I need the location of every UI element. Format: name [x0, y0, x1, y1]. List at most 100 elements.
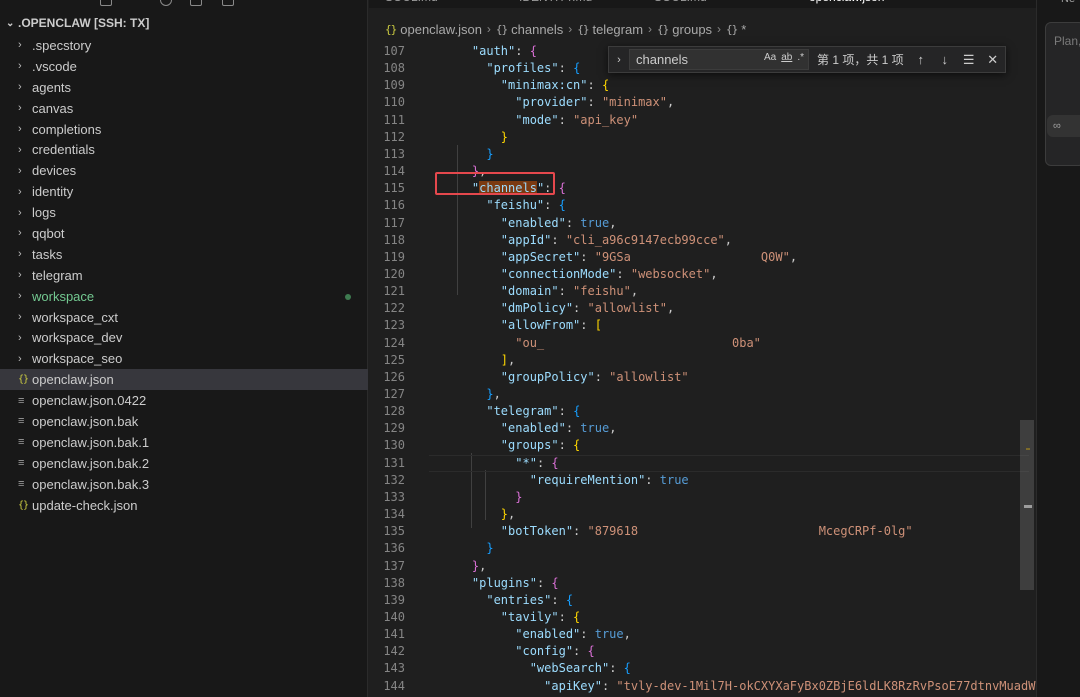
line-number: 131: [383, 455, 405, 470]
tree-item-openclaw-json-bak-3[interactable]: ≡ openclaw.json.bak.3: [0, 474, 368, 495]
arrow-up-icon[interactable]: ↑: [914, 52, 928, 67]
token: :: [558, 112, 574, 127]
token: ,: [609, 215, 617, 230]
tree-item-openclaw-json-0422[interactable]: ≡ openclaw.json.0422: [0, 390, 368, 411]
collapse-icon[interactable]: [190, 0, 202, 6]
token: :: [580, 627, 595, 642]
line-number: 140: [383, 609, 405, 624]
token: :: [515, 44, 530, 58]
chat-input[interactable]: Plan,: [1045, 22, 1080, 166]
token: ,: [710, 266, 718, 281]
token: {: [573, 404, 581, 419]
line-number: 120: [383, 266, 405, 281]
tree-item-specstory[interactable]: › .specstory: [0, 35, 368, 56]
tree-item-label: .vscode: [32, 58, 77, 74]
line-text: "ou_ 0ba": [443, 335, 761, 352]
tree-item-identity[interactable]: › identity: [0, 181, 368, 202]
tab-soul[interactable]: SOUL.md: [385, 0, 438, 8]
explorer-header[interactable]: ⌄ .OPENCLAW [SSH: TX]: [0, 12, 368, 34]
tree-item-vscode[interactable]: › .vscode: [0, 56, 368, 77]
token: :: [558, 438, 574, 453]
find-input[interactable]: channels Aa ab .*: [629, 49, 809, 70]
tree-item-logs[interactable]: › logs: [0, 202, 368, 223]
line-text: "config": {: [443, 643, 595, 660]
infinity-icon[interactable]: ∞: [1047, 115, 1080, 137]
token: "botToken": [500, 524, 574, 539]
tree-item-qqbot[interactable]: › qqbot: [0, 223, 368, 244]
token: "entries": [486, 592, 552, 607]
regex-icon[interactable]: .*: [797, 52, 804, 63]
tree-item-tasks[interactable]: › tasks: [0, 244, 368, 265]
arrow-down-icon[interactable]: ↓: [938, 52, 952, 67]
tree-item-openclaw-json-bak[interactable]: ≡ openclaw.json.bak: [0, 411, 368, 432]
token: {: [558, 181, 566, 196]
token: "api_key": [573, 112, 639, 127]
explorer-title: .OPENCLAW [SSH: TX]: [18, 16, 150, 30]
tree-item-agents[interactable]: › agents: [0, 77, 368, 98]
tree-item-label: workspace_dev: [32, 330, 123, 346]
token: "config": [515, 644, 574, 659]
breadcrumb-telegram[interactable]: telegram: [592, 22, 643, 37]
tree-item-canvas[interactable]: › canvas: [0, 98, 368, 119]
token: :: [551, 232, 566, 247]
token: "profiles": [486, 61, 559, 76]
token: true: [594, 627, 624, 642]
tab-openclaw-json[interactable]: openclaw.json: [809, 0, 884, 8]
token: :: [536, 455, 552, 470]
code-line: 112 }: [369, 129, 1036, 146]
line-text: "enabled": true,: [443, 420, 617, 437]
token: "webSearch": [529, 661, 610, 676]
tree-item-openclaw-json-bak-2[interactable]: ≡ openclaw.json.bak.2: [0, 453, 368, 474]
tree-item-openclaw-json[interactable]: {} openclaw.json: [0, 369, 368, 391]
chevron-right-icon: ›: [18, 331, 22, 344]
token: "feishu": [486, 198, 545, 213]
token: "9GSa: [594, 249, 631, 264]
line-number: 111: [383, 112, 405, 127]
line-text: "botToken": "879618 McegCRPf-0lg": [443, 523, 913, 540]
code-line: 136 }: [369, 540, 1036, 557]
tree-item-update-check-json[interactable]: {} update-check.json: [0, 495, 368, 516]
new-file-icon[interactable]: [100, 0, 112, 6]
tree-item-credentials[interactable]: › credentials: [0, 139, 368, 160]
tab-soul-2[interactable]: SOUL.md: [654, 0, 707, 8]
refresh-icon[interactable]: [160, 0, 172, 6]
token: {: [551, 575, 559, 590]
line-number: 107: [383, 44, 405, 58]
code-line: 120 "connectionMode": "websocket",: [369, 266, 1036, 283]
match-word-icon[interactable]: ab: [781, 52, 792, 63]
tree-item-devices[interactable]: › devices: [0, 160, 368, 181]
line-number: 135: [383, 524, 405, 539]
token: "ou_: [515, 335, 545, 350]
line-number: 132: [383, 472, 405, 487]
tree-item-telegram[interactable]: › telegram: [0, 265, 368, 286]
breadcrumb-file[interactable]: openclaw.json: [400, 22, 482, 37]
tree-item-completions[interactable]: › completions: [0, 119, 368, 140]
tree-item-workspace-cxt[interactable]: › workspace_cxt: [0, 307, 368, 328]
match-case-icon[interactable]: Aa: [764, 52, 776, 63]
close-icon[interactable]: ✕: [986, 52, 1000, 68]
breadcrumb-channels[interactable]: channels: [511, 22, 563, 37]
token: {: [587, 644, 595, 659]
token: "tavily": [500, 609, 559, 624]
tree-item-workspace-dev[interactable]: › workspace_dev: [0, 327, 368, 348]
tab-identity[interactable]: IDENTITY.md: [519, 0, 592, 8]
tree-item-openclaw-json-bak-1[interactable]: ≡ openclaw.json.bak.1: [0, 432, 368, 453]
token: "minimax:cn": [500, 78, 588, 93]
tree-item-workspace[interactable]: › workspace: [0, 286, 368, 307]
find-in-selection-icon[interactable]: ☰: [962, 52, 976, 68]
breadcrumb-groups[interactable]: groups: [672, 22, 712, 37]
token: :: [565, 215, 581, 230]
breadcrumb-star[interactable]: *: [741, 22, 746, 37]
chevron-right-icon: ›: [18, 352, 22, 365]
tree-item-workspace-seo[interactable]: › workspace_seo: [0, 348, 368, 369]
line-text: "enabled": true,: [443, 215, 617, 232]
line-number: 144: [383, 678, 405, 693]
chevron-right-icon[interactable]: ›: [609, 54, 629, 66]
token: ,: [789, 249, 798, 264]
more-icon[interactable]: [222, 0, 234, 6]
line-number: 137: [383, 558, 405, 573]
